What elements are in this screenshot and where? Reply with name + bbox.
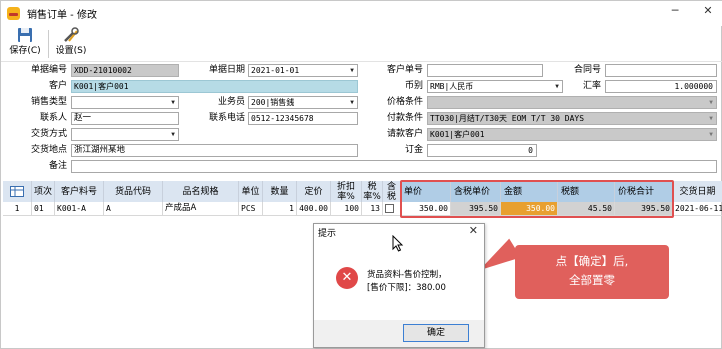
price-cond-label: 价格条件 — [386, 97, 423, 107]
dialog-message-line2: [售价下限]：380.00 — [367, 283, 446, 293]
mouse-cursor-icon — [392, 235, 404, 252]
settings-button[interactable]: 设置(S) — [51, 27, 91, 61]
ok-button[interactable]: 确定 — [403, 324, 469, 342]
toolbar-separator — [48, 30, 49, 58]
col-header-discount[interactable]: 折扣率% — [331, 181, 362, 202]
highlight-box — [400, 180, 674, 218]
col-header-item[interactable]: 项次 — [32, 181, 55, 202]
app-window: 销售订单 - 修改 ─ ✕ 保存(C) 设置(S) 单据编号 XDD-21010… — [0, 0, 722, 349]
app-icon — [7, 7, 20, 20]
phone-label: 联系电话 — [208, 113, 245, 123]
customer-no-label: 客户单号 — [386, 65, 423, 75]
payment-label: 付款条件 — [386, 113, 423, 123]
deposit-label: 订金 — [404, 145, 423, 155]
chevron-down-icon[interactable]: ▼ — [706, 113, 716, 124]
contract-no-field[interactable] — [605, 64, 717, 77]
tools-icon — [51, 27, 91, 45]
row-index: 1 — [3, 202, 32, 216]
order-date-field[interactable]: 2021-01-01 ▼ — [248, 64, 358, 77]
col-header-tax-incl[interactable]: 含税 — [383, 181, 401, 202]
order-date-value: 2021-01-01 — [251, 66, 300, 75]
window-title: 销售订单 - 修改 — [27, 10, 97, 21]
dialog-message-line1: 货品资料-售价控制， — [367, 270, 447, 280]
cell-list-price[interactable]: 400.00 — [297, 202, 331, 216]
cell-tax-incl[interactable] — [383, 202, 401, 216]
save-label: 保存(C) — [9, 46, 41, 56]
contact-field[interactable]: 赵一 — [71, 112, 179, 125]
cell-name-spec[interactable]: 产成品A — [163, 202, 239, 216]
delivery-method-label: 交货方式 — [30, 129, 67, 139]
order-no-field[interactable]: XDD-21010002 — [71, 64, 179, 77]
error-icon: ✕ — [336, 267, 358, 289]
chevron-down-icon[interactable]: ▼ — [706, 97, 716, 108]
sales-type-field[interactable]: ▼ — [71, 96, 179, 109]
dialog-close-icon[interactable]: ✕ — [469, 224, 478, 237]
minimize-button[interactable]: ─ — [665, 4, 685, 20]
toolbar: 保存(C) 设置(S) — [1, 26, 722, 62]
customer-field[interactable]: K001|客户001 — [71, 80, 358, 93]
grid-corner-icon[interactable] — [3, 181, 32, 202]
close-button[interactable]: ✕ — [698, 4, 718, 20]
tax-incl-checkbox[interactable] — [385, 204, 394, 213]
phone-field[interactable]: 0512-12345678 — [248, 112, 358, 125]
col-header-tax-rate[interactable]: 税率% — [362, 181, 383, 202]
annotation-callout: 点【确定】后, 全部置零 — [515, 245, 669, 299]
sales-type-label: 销售类型 — [30, 97, 67, 107]
currency-field[interactable]: RMB|人民币 ▼ — [427, 80, 563, 93]
remark-field[interactable] — [71, 160, 717, 173]
chevron-down-icon[interactable]: ▼ — [347, 65, 357, 76]
cell-cust-part[interactable]: K001-A — [55, 202, 104, 216]
dialog-footer: 确定 — [314, 320, 484, 347]
cell-delivery-date[interactable]: 2021-06-11 — [673, 202, 722, 216]
cell-tax-rate[interactable]: 13 — [362, 202, 383, 216]
callout-line1: 点【确定】后, — [555, 254, 629, 268]
settings-label: 设置(S) — [55, 46, 87, 56]
delivery-place-label: 交货地点 — [30, 145, 67, 155]
save-button[interactable]: 保存(C) — [5, 27, 45, 61]
salesman-label: 业务员 — [217, 97, 245, 107]
order-date-label: 单据日期 — [208, 65, 245, 75]
col-header-name-spec[interactable]: 品名规格 — [163, 181, 239, 202]
chevron-down-icon[interactable]: ▼ — [347, 97, 357, 108]
remark-label: 备注 — [48, 161, 67, 171]
order-no-label: 单据编号 — [30, 65, 67, 75]
payment-field[interactable]: TT030|月结T/T30天 EOM T/T 30 DAYS ▼ — [427, 112, 717, 125]
chevron-down-icon[interactable]: ▼ — [706, 129, 716, 140]
chevron-down-icon[interactable]: ▼ — [168, 129, 178, 140]
cell-qty[interactable]: 1 — [263, 202, 297, 216]
col-header-list-price[interactable]: 定价 — [297, 181, 331, 202]
dialog-title: 提示 — [318, 229, 337, 239]
delivery-place-field[interactable]: 浙江湖州某地 — [71, 144, 358, 157]
cell-goods-code[interactable]: A — [104, 202, 163, 216]
salesman-field[interactable]: 200|销售銭 ▼ — [248, 96, 358, 109]
contact-label: 联系人 — [39, 113, 67, 123]
col-header-cust-part[interactable]: 客户料号 — [55, 181, 104, 202]
callout-line2: 全部置零 — [569, 273, 615, 287]
cell-discount[interactable]: 100 — [331, 202, 362, 216]
title-bar: 销售订单 - 修改 ─ ✕ — [1, 1, 722, 26]
cell-item-no[interactable]: 01 — [32, 202, 55, 216]
col-header-qty[interactable]: 数量 — [263, 181, 297, 202]
chevron-down-icon[interactable]: ▼ — [168, 97, 178, 108]
exchange-field[interactable]: 1.000000 — [605, 80, 717, 93]
exchange-label: 汇率 — [582, 81, 601, 91]
delivery-method-field[interactable]: ▼ — [71, 128, 179, 141]
payer-value: K001|客户001 — [430, 130, 485, 139]
price-cond-field[interactable]: ▼ — [427, 96, 717, 109]
payer-field[interactable]: K001|客户001 ▼ — [427, 128, 717, 141]
currency-label: 币别 — [404, 81, 423, 91]
contract-no-label: 合同号 — [573, 65, 601, 75]
salesman-value: 200|销售銭 — [251, 98, 295, 107]
currency-value: RMB|人民币 — [430, 82, 474, 91]
col-header-goods-code[interactable]: 货品代码 — [104, 181, 163, 202]
customer-no-field[interactable] — [427, 64, 543, 77]
col-header-delivery-date[interactable]: 交货日期 — [673, 181, 722, 202]
customer-label: 客户 — [48, 81, 67, 91]
payment-value: TT030|月结T/T30天 EOM T/T 30 DAYS — [430, 114, 585, 123]
floppy-disk-icon — [5, 27, 45, 45]
col-header-unit[interactable]: 单位 — [239, 181, 263, 202]
deposit-field[interactable]: 0 — [427, 144, 537, 157]
payer-label: 请款客户 — [386, 129, 423, 139]
cell-unit[interactable]: PCS — [239, 202, 263, 216]
